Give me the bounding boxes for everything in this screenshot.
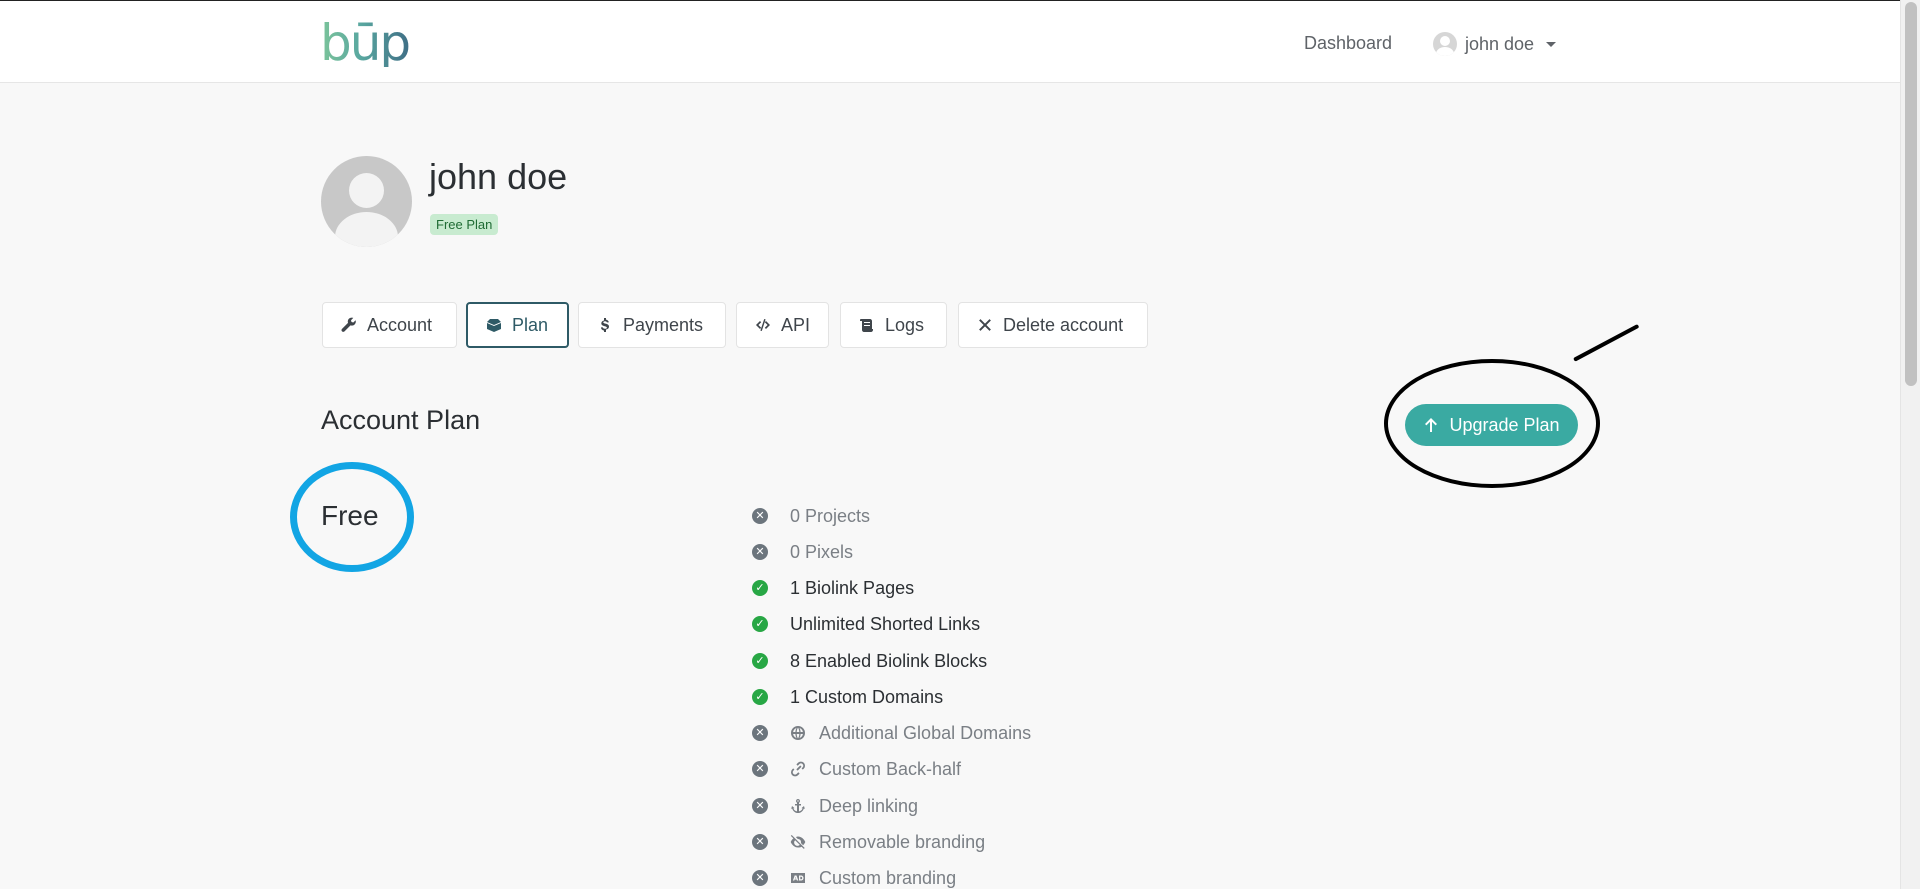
check-circle-icon: ✓ [752, 689, 768, 705]
feature-biolink-pages: ✓ 1 Biolink Pages [752, 576, 914, 600]
check-circle-icon: ✓ [752, 653, 768, 669]
tab-logs[interactable]: Logs [840, 302, 947, 348]
close-icon [979, 319, 991, 331]
box-icon [487, 319, 501, 332]
check-circle-icon: ✓ [752, 616, 768, 632]
cross-circle-icon: ✕ [752, 834, 768, 850]
tab-label: Logs [885, 314, 925, 335]
feature-label: Custom Domains [805, 687, 944, 707]
annotation-ellipse [1384, 359, 1600, 488]
tab-label: Payments [623, 314, 704, 335]
tab-api[interactable]: API [736, 302, 829, 348]
cross-circle-icon: ✕ [752, 725, 768, 741]
cross-circle-icon: ✕ [752, 508, 768, 524]
scrollbar-thumb[interactable] [1905, 2, 1917, 386]
feature-label: Biolink Pages [805, 578, 915, 598]
feature-count: 8 [790, 651, 801, 671]
feature-label: Enabled Biolink Blocks [805, 651, 988, 671]
user-avatar-icon [1433, 32, 1457, 56]
user-menu-name: john doe [1465, 33, 1535, 54]
anchor-icon [791, 799, 805, 813]
feature-global-domains: ✕ Additional Global Domains [752, 721, 1031, 745]
tab-label: API [780, 314, 810, 335]
user-menu-toggle[interactable]: john doe [1433, 31, 1557, 57]
feature-label: Additional Global Domains [819, 723, 1032, 743]
feature-pixels: ✕ 0 Pixels [752, 540, 853, 564]
feature-label: Custom branding [819, 868, 957, 888]
wrench-icon [341, 317, 356, 332]
code-icon [755, 319, 770, 331]
feature-custom-domains: ✓ 1 Custom Domains [752, 685, 943, 709]
feature-label: Projects [805, 506, 871, 526]
feature-count: 0 [790, 506, 801, 526]
nav-dashboard-link[interactable]: Dashboard [1304, 33, 1392, 54]
profile-avatar [321, 156, 412, 247]
tab-plan[interactable]: Plan [466, 302, 569, 348]
top-navbar: būp Dashboard john doe [0, 0, 1900, 83]
link-icon [790, 761, 806, 777]
feature-shorted-links: ✓ Unlimited Shorted Links [752, 612, 980, 636]
cross-circle-icon: ✕ [752, 544, 768, 560]
annotation-pointer-line [1573, 323, 1640, 362]
cross-circle-icon: ✕ [752, 798, 768, 814]
feature-projects: ✕ 0 Projects [752, 504, 870, 528]
feature-label: Removable branding [819, 832, 986, 852]
profile-name: john doe [429, 156, 568, 197]
ad-icon [791, 873, 805, 883]
tab-payments[interactable]: Payments [578, 302, 726, 348]
feature-biolink-blocks: ✓ 8 Enabled Biolink Blocks [752, 649, 987, 673]
chevron-down-icon [1546, 41, 1557, 47]
annotation-circle [290, 462, 414, 572]
tab-label: Plan [512, 314, 549, 335]
page-scrollbar[interactable] [1900, 0, 1920, 889]
feature-label: Shorted Links [870, 614, 981, 634]
feature-removable-branding: ✕ Removable branding [752, 830, 985, 854]
section-title: Account Plan [321, 405, 481, 435]
plan-badge: Free Plan [430, 214, 499, 235]
feature-label: Custom Back-half [819, 759, 962, 779]
dollar-icon [601, 318, 609, 332]
feature-custom-branding: ✕ Custom branding [752, 866, 956, 889]
brand-logo[interactable]: būp [320, 18, 411, 68]
scroll-icon [860, 319, 873, 332]
tab-label: Account [367, 314, 433, 335]
feature-count: 0 [790, 542, 801, 562]
feature-count: 1 [790, 687, 801, 707]
cross-circle-icon: ✕ [752, 761, 768, 777]
feature-count: 1 [790, 578, 801, 598]
tab-account[interactable]: Account [322, 302, 457, 348]
feature-deep-linking: ✕ Deep linking [752, 794, 918, 818]
feature-label: Pixels [805, 542, 854, 562]
tab-label: Delete account [1003, 314, 1124, 335]
eye-slash-icon [790, 835, 806, 849]
feature-label: Deep linking [819, 796, 919, 816]
check-circle-icon: ✓ [752, 580, 768, 596]
cross-circle-icon: ✕ [752, 870, 768, 886]
tab-delete-account[interactable]: Delete account [958, 302, 1148, 348]
feature-custom-back-half: ✕ Custom Back-half [752, 757, 961, 781]
globe-icon [791, 726, 805, 740]
feature-count: Unlimited [790, 614, 866, 634]
